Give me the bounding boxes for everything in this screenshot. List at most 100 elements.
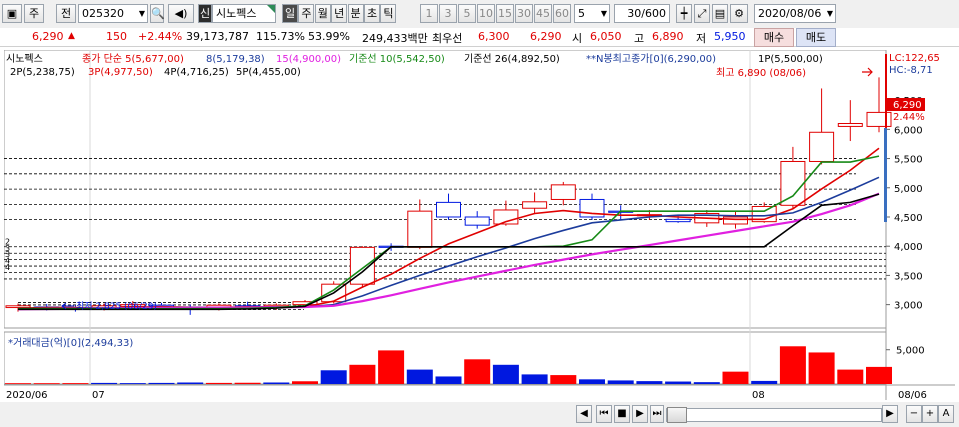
volume-bar <box>5 383 31 384</box>
badge-text: 신 <box>199 7 211 20</box>
volume-bar <box>119 383 146 384</box>
candle-body <box>809 131 835 162</box>
date-label-left: 2020/06 <box>6 390 48 401</box>
high-value: 6,890 <box>652 30 684 43</box>
minute-select[interactable]: 5 ▼ <box>574 4 610 23</box>
legend-ma8: 8(5,179,38) <box>206 54 265 65</box>
legend-nbong: **N봉최고종가[0](6,290,00) <box>586 53 716 65</box>
scroll-thumb[interactable] <box>667 407 687 423</box>
volume-bar <box>693 382 720 384</box>
volume-bar <box>665 381 692 384</box>
volume-bar <box>722 371 749 384</box>
code-value: 025320 <box>82 7 124 20</box>
legend-1p: 1P(5,500,00) <box>758 54 823 65</box>
minute-button-3[interactable]: 3 <box>439 4 457 23</box>
volume-value: 39,173,787 <box>186 30 249 43</box>
stock-name: 시노펙스 <box>212 4 276 23</box>
volume-bar <box>292 381 318 384</box>
date-input[interactable]: 2020/08/06 ▼ <box>754 4 836 23</box>
minute-button-5[interactable]: 5 <box>458 4 476 23</box>
text-tool-icon[interactable]: A <box>938 405 954 423</box>
minute-button-1[interactable]: 1 <box>420 4 438 23</box>
y-tick-label: 5,500 <box>894 155 923 166</box>
volume-bar <box>521 374 548 384</box>
price-change-pct: +2.44% <box>138 30 183 43</box>
volume-bar <box>808 352 835 384</box>
layout-icon[interactable]: ▣ <box>2 4 22 23</box>
last-price-label: 6,290 <box>893 100 922 111</box>
volume-bar <box>263 382 290 384</box>
volume-bar <box>62 383 89 384</box>
interval-tab-4[interactable]: 분 <box>347 4 364 23</box>
low-note: 최저 2,825 (06/29) <box>76 301 157 312</box>
y-tick-label: 3,000 <box>894 301 923 312</box>
candle-body <box>723 216 748 225</box>
zoom-in-icon[interactable]: + <box>922 405 938 423</box>
stop-icon[interactable]: ■ <box>614 405 630 423</box>
minute-button-15[interactable]: 15 <box>496 4 514 23</box>
stock-name-text: 시노펙스 <box>216 7 257 20</box>
count-input[interactable]: 30/600 <box>614 4 670 23</box>
interval-tab-1[interactable]: 주 <box>298 4 315 23</box>
volume-bar <box>636 381 663 384</box>
candle-body <box>665 218 691 223</box>
next-icon[interactable]: ▶ <box>632 405 648 423</box>
volume-bar <box>779 346 806 384</box>
legend-base10: 기준선 10(5,542,50) <box>349 53 445 65</box>
interval-tab-5[interactable]: 초 <box>364 4 380 23</box>
price-chart[interactable]: 3,0003,5004,0004,5005,0005,5006,0006,500… <box>4 50 955 401</box>
price-scroll-indicator <box>884 128 887 222</box>
high-label: 고 <box>634 32 645 45</box>
current-price: 6,290 <box>32 30 64 43</box>
market-label: 주 <box>28 7 40 20</box>
date-label-07: 07 <box>92 390 105 401</box>
low-label: 저 <box>696 32 707 45</box>
minute-button-45[interactable]: 45 <box>534 4 552 23</box>
volume-tick-label: 5,000 <box>896 346 925 357</box>
interval-tab-2[interactable]: 월 <box>314 4 331 23</box>
interval-tab-0[interactable]: 일 <box>282 4 298 23</box>
volume-bar <box>579 379 605 384</box>
scroll-right-icon[interactable]: ▶ <box>882 405 898 423</box>
hc-label: HC:-8,71 <box>889 65 933 76</box>
best-bid: 6,290 <box>530 30 562 43</box>
price-change: 150 <box>106 30 127 43</box>
volume-bar <box>91 382 118 384</box>
interval-tab-3[interactable]: 년 <box>331 4 348 23</box>
speaker-icon[interactable]: ◀) <box>168 4 194 23</box>
status-badge: 신 <box>198 4 212 23</box>
draw-icon[interactable]: ⤢ <box>694 4 710 23</box>
legend-ma15: 15(4,900,00) <box>276 54 341 65</box>
corner-mark-icon <box>267 5 275 13</box>
y-tick-label: 4,500 <box>894 213 923 224</box>
high-note: 최고 6,890 (08/06) <box>716 67 806 79</box>
code-input[interactable]: 025320 ▼ <box>78 4 148 23</box>
scroll-left-icon[interactable]: ◀ <box>576 405 592 423</box>
candle-body <box>837 123 863 127</box>
candle-body <box>522 201 548 209</box>
market-select[interactable]: 주 <box>24 4 44 23</box>
minute-button-10[interactable]: 10 <box>477 4 495 23</box>
candle-icon[interactable]: ┿ <box>676 4 692 23</box>
save-icon[interactable]: ▤ <box>712 4 728 23</box>
search-icon[interactable]: 🔍 <box>150 4 165 23</box>
scroll-track[interactable] <box>666 407 882 423</box>
first-page-icon[interactable]: ⏮ <box>596 405 612 423</box>
candle-body <box>866 111 892 127</box>
chevron-down-icon[interactable]: ▼ <box>139 5 145 22</box>
minute-button-30[interactable]: 30 <box>515 4 533 23</box>
lc-label: LC:122,65 <box>889 53 940 64</box>
volume-bar <box>435 376 462 384</box>
buy-button[interactable]: 매수 <box>754 28 794 47</box>
gear-icon[interactable]: ⚙ <box>730 4 748 23</box>
end-icon[interactable]: ⏭ <box>650 405 664 423</box>
legend-5p: 5P(4,455,00) <box>236 67 301 78</box>
interval-tab-6[interactable]: 틱 <box>380 4 397 23</box>
zoom-out-icon[interactable]: − <box>906 405 922 423</box>
legend-3p: 3P(4,977,50) <box>88 67 153 78</box>
period-select[interactable]: 전 <box>56 4 76 23</box>
minute-button-60[interactable]: 60 <box>553 4 571 23</box>
volume-bar <box>320 370 347 384</box>
sell-button[interactable]: 매도 <box>796 28 836 47</box>
turnover-value: 53.99% <box>308 30 350 43</box>
